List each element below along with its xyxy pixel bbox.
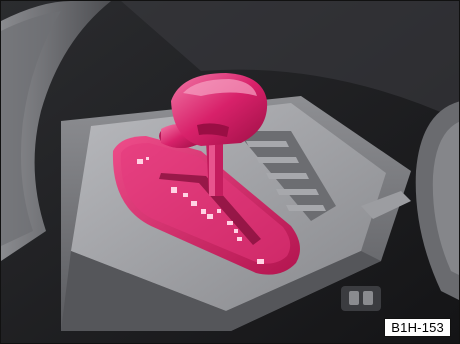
figure-code-label: B1H-153 — [384, 318, 451, 337]
gear-selector-illustration — [1, 1, 459, 343]
switch-panel — [341, 286, 381, 311]
figure-illustration: B1H-153 — [0, 0, 460, 344]
